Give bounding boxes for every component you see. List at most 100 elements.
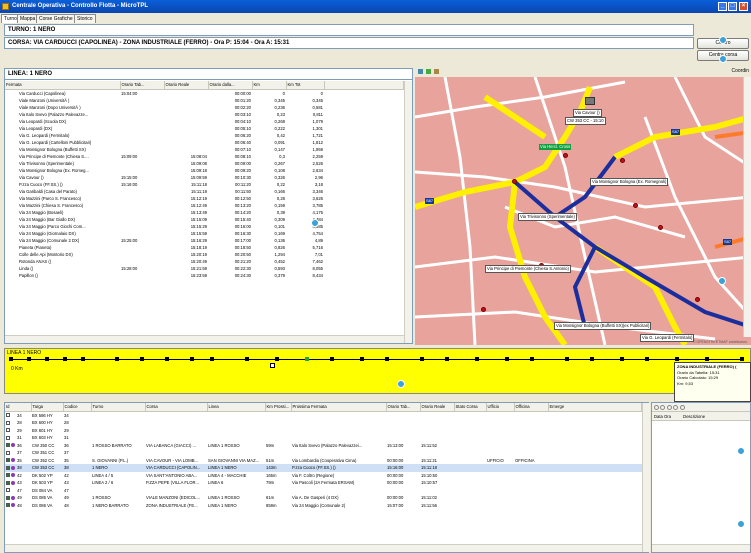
linebar-stop[interactable] [445, 357, 449, 361]
tab-storico[interactable]: Storico [74, 14, 96, 23]
linebar-stop[interactable] [740, 357, 744, 361]
linebar-stop[interactable] [620, 357, 624, 361]
vehicle-header-cell[interactable]: Linea [207, 403, 266, 412]
linebar-stop[interactable] [530, 357, 534, 361]
vehicle-checkbox[interactable] [6, 473, 10, 478]
vehicle-header-cell[interactable]: Turno [91, 403, 146, 412]
stop-row[interactable]: Via 24 Maggio (Bar Giallo DX) 15:15:09 00:… [5, 216, 404, 223]
linebar-stop[interactable] [420, 357, 424, 361]
vehicle-header-cell[interactable]: Codice [63, 403, 92, 412]
vehicle-checkbox[interactable] [6, 503, 10, 508]
vehicle-checkbox[interactable] [6, 465, 10, 470]
stop-row[interactable]: Via Carducci (Capolinea) 15:04:00 00:00:00… [5, 89, 404, 97]
stop-row[interactable]: Via 24 Maggio (Giornalaio DX) 15:15:59 00:… [5, 230, 404, 237]
stop-marker[interactable] [512, 179, 517, 184]
stop-row[interactable]: Via Principe di Piemonte (Chiesa S.... 15… [5, 153, 404, 160]
vehicle-hscrollbar[interactable] [5, 544, 642, 552]
vehicle-row[interactable]: 34 BX 586 HY 34 [5, 411, 642, 419]
vehicle-row[interactable]: 28 BX 600 HY 28 [5, 419, 642, 427]
stop-marker[interactable] [695, 297, 700, 302]
stop-row[interactable]: Via Monsignor Bologna (Buffetti SX) 00:07… [5, 146, 404, 153]
stop-row[interactable]: P.zza Cuoco (FF.SS.) () 15:16:00 15:11:18 0… [5, 181, 404, 188]
stops-header-cell[interactable]: Orario dalla... [208, 81, 253, 90]
vehicle-row[interactable]: 29 BX 601 HY 29 [5, 427, 642, 435]
stop-row[interactable]: Via Leopardi (Scuola DX) 00:04:10 0,268 1,0… [5, 118, 404, 125]
vehicle-position-marker[interactable] [270, 363, 275, 368]
vehicle-header-cell[interactable]: Km Prossi... [265, 403, 292, 412]
maximize-button[interactable]: □ [728, 2, 737, 11]
stop-marker[interactable] [658, 225, 663, 230]
linebar-stop[interactable] [305, 357, 309, 361]
stop-row[interactable]: Pianeta (Pianeta) 15:18:19 00:18:50 0,826 5,… [5, 244, 404, 251]
stops-hscrollbar[interactable] [5, 335, 404, 343]
vehicle-row[interactable]: 31 BX 603 HY 31 [5, 434, 642, 442]
stop-row[interactable]: Via Trivisonno (Sperimentale) 15:09:08 00:… [5, 160, 404, 167]
vehicle-checkbox[interactable] [6, 480, 10, 485]
linebar-stop[interactable] [565, 357, 569, 361]
stop-marker[interactable] [620, 158, 625, 163]
stop-row[interactable]: Via Mazzini (Chiesa S. Francesco) 15:12:4… [5, 202, 404, 209]
minimize-button[interactable]: _ [718, 2, 727, 11]
vehicle-row[interactable]: 36 CW 350 CC 36 1 ROSSO BARRATO VIA LABANCA … [5, 442, 642, 450]
vehicle-row[interactable]: 49 DS 085 VA 49 1 ROSSO VIALE MANZONI (EDICO… [5, 494, 642, 502]
stop-row[interactable]: Rotonda ANAS () 15:20:49 00:21:20 0,452 7,46… [5, 258, 404, 265]
linebar-stop[interactable] [115, 357, 119, 361]
linebar-stop[interactable] [63, 357, 67, 361]
stop-marker[interactable] [563, 153, 568, 158]
stop-row[interactable]: Via Monsignor Bologna (Ex. Romeg... 15:09… [5, 167, 404, 174]
vehicle-checkbox[interactable] [6, 488, 10, 493]
vehicle-header-cell[interactable]: Officina [514, 403, 549, 412]
vehicle-row[interactable]: 42 DK 502 YP 42 LINEA 4 / 5 VIA SANT'ANTONIO… [5, 472, 642, 480]
stop-row[interactable]: Via G. Leopardi (Fermitalo) 00:06:20 0,42 1… [5, 132, 404, 139]
stops-header-cell[interactable]: Orario Reale [164, 81, 209, 90]
vehicle-checkbox[interactable] [6, 450, 10, 455]
vehicle-checkbox[interactable] [6, 495, 10, 500]
linebar-stop[interactable] [45, 357, 49, 361]
linebar-stop[interactable] [81, 357, 85, 361]
linebar-stop[interactable] [190, 357, 194, 361]
coordinate-button[interactable]: Coordin [731, 68, 749, 74]
linebar-stop[interactable] [360, 357, 364, 361]
vehicle-checkbox[interactable] [6, 458, 10, 463]
vehicle-checkbox[interactable] [6, 413, 10, 418]
linebar-stop[interactable] [9, 357, 13, 361]
linebar-stop[interactable] [645, 357, 649, 361]
vehicle-header-cell[interactable]: Targa [31, 403, 64, 412]
stop-row[interactable]: Via G. Leopardi (Cartelloni Pubblicitari… [5, 139, 404, 146]
stop-row[interactable]: Viale Manzoni (Dopo UniversitÃ ) 00:02:20… [5, 104, 404, 111]
vehicle-row[interactable]: 38 CW 353 CC 38 1 NERO VIA CARDUCCI (CAPOLIN… [5, 464, 642, 472]
linebar-stop[interactable] [27, 357, 31, 361]
vehicle-checkbox[interactable] [6, 420, 10, 425]
linebar-stop[interactable] [675, 357, 679, 361]
vehicle-checkbox[interactable] [6, 443, 10, 448]
vehicle-header-cell[interactable]: Emerge [548, 403, 642, 412]
linebar-stop[interactable] [140, 357, 144, 361]
linebar-stop[interactable] [210, 357, 214, 361]
stop-row[interactable]: Linda () 15:28:00 15:21:59 00:22:30 0,593 8,0… [5, 265, 404, 272]
stop-row[interactable]: Via 24 Maggio (Bosaeli) 15:13:49 00:14:20 0… [5, 209, 404, 216]
stops-scrollbar[interactable] [404, 81, 412, 343]
stops-header-cell[interactable]: Km Tot [286, 81, 325, 90]
vehicle-header-cell[interactable]: Ufficio [486, 403, 515, 412]
vehicle-header-cell[interactable]: Stato Corsa [454, 403, 487, 412]
linebar-stop[interactable] [505, 357, 509, 361]
linebar-stop[interactable] [275, 357, 279, 361]
stop-row[interactable]: Papillon () 15:23:59 00:24:30 0,379 8,434 [5, 272, 404, 279]
map-view[interactable]: Via Cavour () CW 353 CC - 15:10 Via Herc… [415, 77, 751, 345]
stop-row[interactable]: Via Garibaldi (Casa del Parato) 15:11:19 0… [5, 188, 404, 195]
linebar-stop[interactable] [590, 357, 594, 361]
vehicle-header-cell[interactable]: Orario Reale [420, 403, 455, 412]
vehicle-scrollbar[interactable] [642, 403, 650, 552]
stop-row[interactable]: Viale Manzoni (UniversitÃ ) 00:01:20 0,345… [5, 97, 404, 104]
vehicle-header-cell[interactable]: Id [5, 403, 32, 412]
vehicle-checkbox[interactable] [6, 435, 10, 440]
stop-row[interactable]: Via Mazzini (Parco S. Francesco) 15:12:19… [5, 195, 404, 202]
stop-row[interactable]: Via Italo Svevo (Palazzo Palevazze... 00:… [5, 111, 404, 118]
vehicle-row[interactable]: 47 DS 084 VA 47 [5, 487, 642, 495]
bus-icon[interactable] [585, 97, 595, 105]
stop-row[interactable]: Via 24 Maggio (Comunale 2 DX) 15:25:00 15:… [5, 237, 404, 244]
vehicle-row[interactable]: 48 DS 086 VA 48 1 NERO BARRATO ZONA INDUSTRI… [5, 502, 642, 510]
stop-row[interactable]: Via Leopardi (DX) 00:05:10 0,222 1,301 [5, 125, 404, 132]
vehicle-header-cell[interactable]: Prossima Fermata [291, 403, 387, 412]
vehicle-row[interactable]: 37 CW 351 CC 37 [5, 449, 642, 457]
